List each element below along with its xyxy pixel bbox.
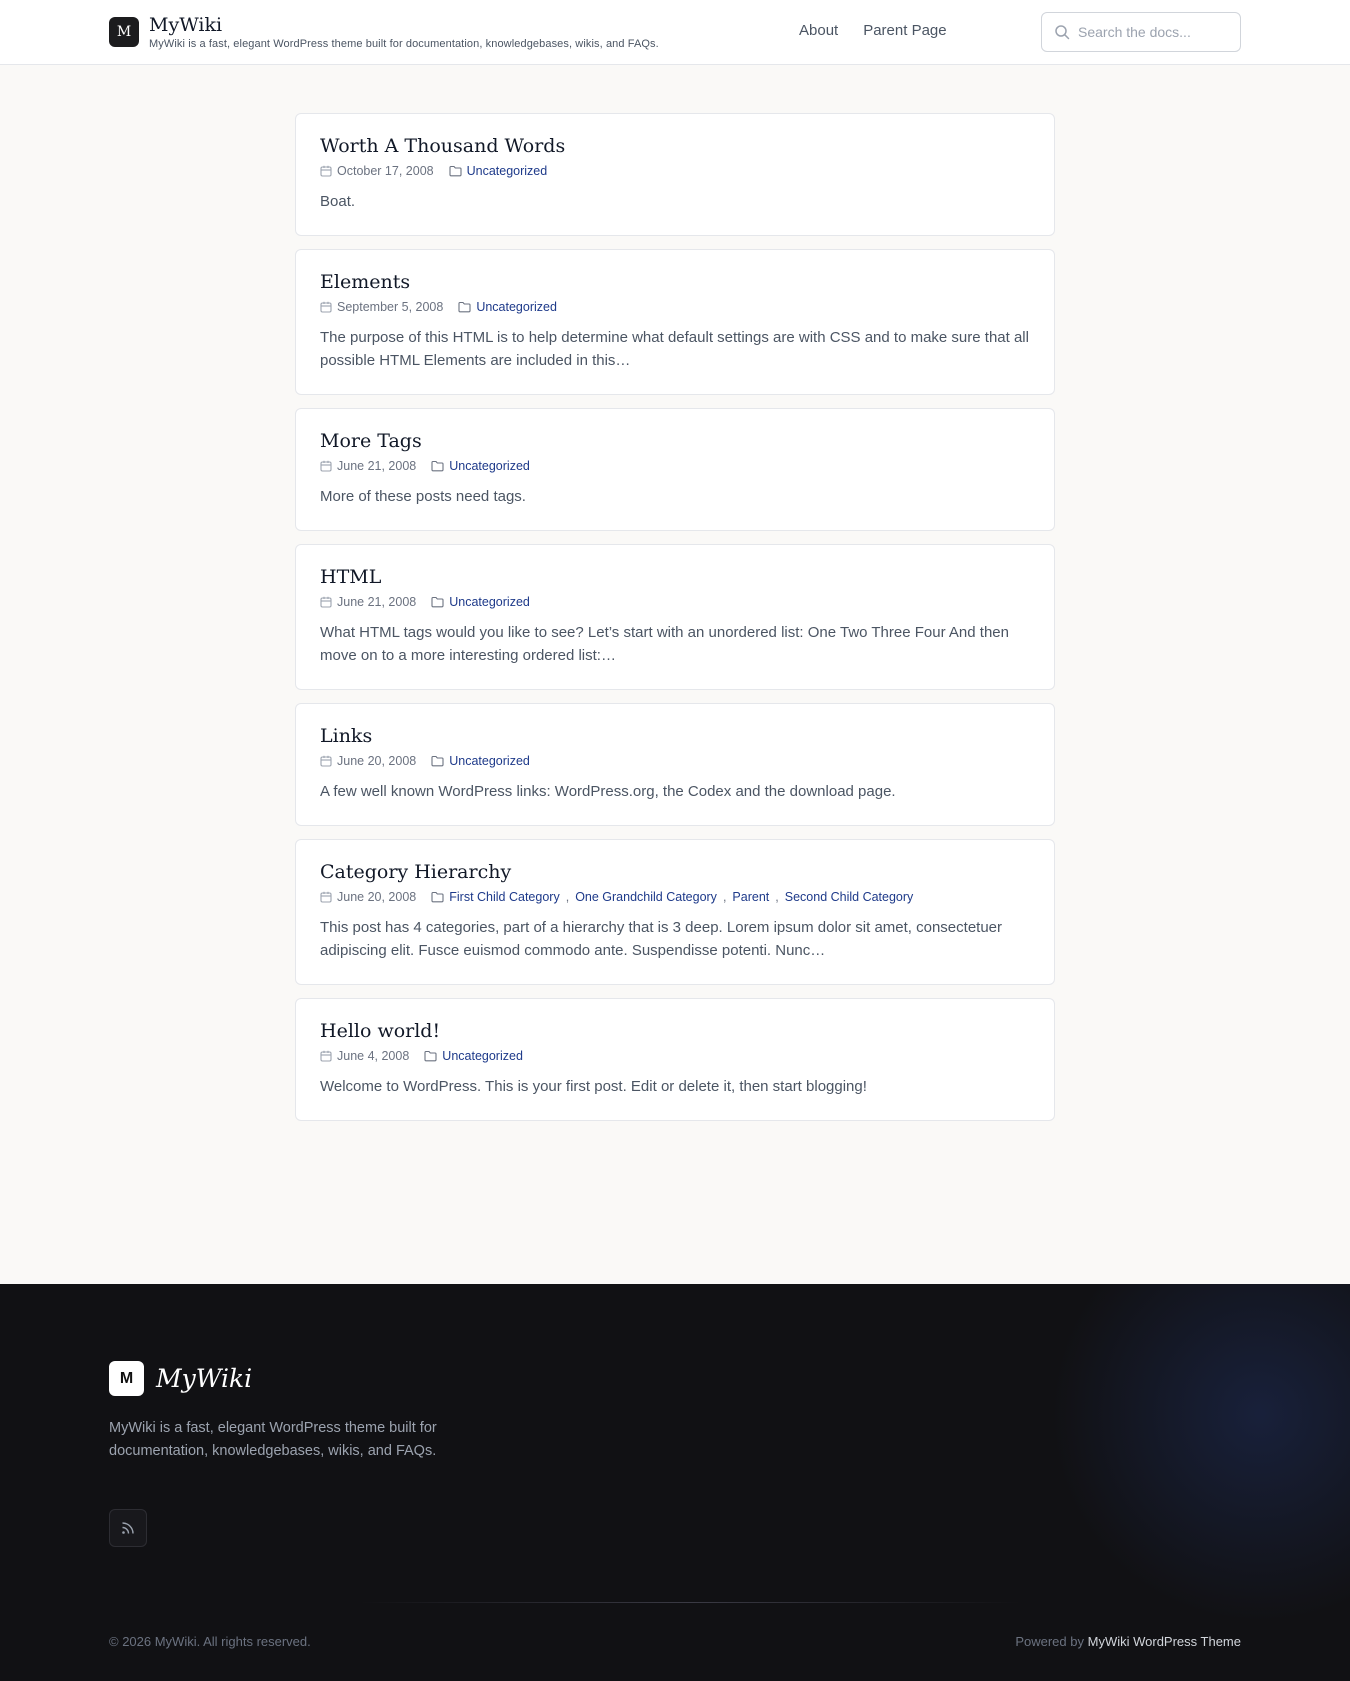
post-excerpt: This post has 4 categories, part of a hi… — [320, 919, 1003, 959]
post-category-link[interactable]: Uncategorized — [449, 754, 530, 768]
calendar-icon — [320, 301, 332, 313]
post-category-link[interactable]: Uncategorized — [449, 595, 530, 609]
nav-item-parent-page[interactable]: Parent Page — [863, 22, 946, 39]
post-excerpt: What HTML tags would you like to see? Le… — [320, 624, 1009, 664]
post-category-link[interactable]: Uncategorized — [449, 459, 530, 473]
search-icon — [1055, 25, 1070, 40]
site-header: M MyWiki MyWiki is a fast, elegant WordP… — [0, 0, 1350, 65]
post-meta: June 20, 2008 Uncategorized — [320, 754, 1030, 768]
site-logo[interactable]: M — [109, 17, 139, 47]
post-date: October 17, 2008 — [337, 164, 434, 178]
post-date: June 21, 2008 — [337, 459, 417, 473]
post-meta: June 20, 2008 First Child Category, One Gr… — [320, 890, 1030, 904]
folder-icon — [424, 1050, 437, 1062]
post-excerpt: Welcome to WordPress. This is your first… — [320, 1078, 867, 1095]
post-date: September 5, 2008 — [337, 300, 444, 314]
site-title[interactable]: MyWiki — [149, 15, 659, 35]
post-date: June 21, 2008 — [337, 595, 417, 609]
post-category-link[interactable]: Parent — [732, 890, 769, 904]
post-date: June 20, 2008 — [337, 754, 417, 768]
calendar-icon — [320, 460, 332, 472]
folder-icon — [458, 301, 471, 313]
calendar-icon — [320, 165, 332, 177]
post-category-link[interactable]: Uncategorized — [442, 1049, 523, 1063]
category-separator: , — [722, 890, 727, 904]
post-title[interactable]: Worth A Thousand Words — [320, 134, 1030, 158]
post-title[interactable]: HTML — [320, 565, 1030, 589]
post-card[interactable]: Elements September 5, 2008 Uncategorized Th… — [295, 249, 1055, 395]
calendar-icon — [320, 596, 332, 608]
theme-link[interactable]: MyWiki WordPress Theme — [1088, 1634, 1241, 1649]
category-separator: , — [565, 890, 570, 904]
rss-icon — [122, 1522, 134, 1534]
post-excerpt: The purpose of this HTML is to help dete… — [320, 329, 1029, 369]
post-date: June 20, 2008 — [337, 890, 417, 904]
footer-powered-by: Powered by MyWiki WordPress Theme — [1015, 1634, 1241, 1649]
post-date: June 4, 2008 — [337, 1049, 410, 1063]
calendar-icon — [320, 891, 332, 903]
site-footer: M MyWiki MyWiki is a fast, elegant WordP… — [0, 1284, 1350, 1681]
post-excerpt: More of these posts need tags. — [320, 488, 526, 505]
category-separator: , — [775, 890, 779, 904]
site-brand[interactable]: M MyWiki MyWiki is a fast, elegant WordP… — [109, 15, 659, 50]
post-meta: June 4, 2008 Uncategorized — [320, 1049, 1030, 1063]
footer-logo[interactable]: M — [109, 1361, 144, 1396]
search-input[interactable] — [1078, 24, 1228, 40]
folder-icon — [431, 460, 444, 472]
footer-brand[interactable]: M MyWiki — [109, 1361, 252, 1396]
footer-divider — [360, 1602, 1020, 1603]
folder-icon — [449, 165, 462, 177]
site-tagline: MyWiki is a fast, elegant WordPress them… — [149, 38, 659, 50]
folder-icon — [431, 596, 444, 608]
post-meta: October 17, 2008 Uncategorized — [320, 164, 1030, 178]
powered-by-prefix: Powered by — [1015, 1634, 1084, 1649]
post-list: Worth A Thousand Words October 17, 2008 Un… — [295, 113, 1055, 1134]
calendar-icon — [320, 1050, 332, 1062]
post-title[interactable]: Category Hierarchy — [320, 860, 1030, 884]
primary-nav: About Parent Page — [799, 22, 947, 39]
post-meta: September 5, 2008 Uncategorized — [320, 300, 1030, 314]
folder-icon — [431, 891, 444, 903]
post-card[interactable]: Category Hierarchy June 20, 2008 First Chi… — [295, 839, 1055, 985]
post-meta: June 21, 2008 Uncategorized — [320, 459, 1030, 473]
post-card[interactable]: Links June 20, 2008 Uncategorized A few wel… — [295, 703, 1055, 826]
post-title[interactable]: Elements — [320, 270, 1030, 294]
brand-text: MyWiki MyWiki is a fast, elegant WordPre… — [149, 15, 659, 50]
post-category-link[interactable]: Uncategorized — [476, 300, 557, 314]
search-box[interactable] — [1041, 12, 1241, 52]
footer-copyright: © 2026 MyWiki. All rights reserved. — [109, 1634, 311, 1649]
post-title[interactable]: Links — [320, 724, 1030, 748]
post-excerpt: A few well known WordPress links: WordPr… — [320, 783, 896, 800]
post-category-link[interactable]: First Child Category — [449, 890, 559, 904]
post-category-link[interactable]: One Grandchild Category — [575, 890, 717, 904]
calendar-icon — [320, 755, 332, 767]
footer-site-name[interactable]: MyWiki — [156, 1364, 252, 1393]
post-card[interactable]: Hello world! June 4, 2008 Uncategorized Wel… — [295, 998, 1055, 1121]
rss-button[interactable] — [109, 1509, 147, 1547]
post-meta: June 21, 2008 Uncategorized — [320, 595, 1030, 609]
nav-item-about[interactable]: About — [799, 22, 838, 39]
post-excerpt: Boat. — [320, 193, 356, 210]
post-title[interactable]: Hello world! — [320, 1019, 1030, 1043]
post-card[interactable]: HTML June 21, 2008 Uncategorized What HTML … — [295, 544, 1055, 690]
post-title[interactable]: More Tags — [320, 429, 1030, 453]
post-card[interactable]: Worth A Thousand Words October 17, 2008 Un… — [295, 113, 1055, 236]
post-category-link[interactable]: Second Child Category — [785, 890, 914, 904]
post-category-link[interactable]: Uncategorized — [467, 164, 548, 178]
footer-description: MyWiki is a fast, elegant WordPress them… — [109, 1420, 437, 1459]
footer-glow — [1050, 1284, 1350, 1624]
post-card[interactable]: More Tags June 21, 2008 Uncategorized More … — [295, 408, 1055, 531]
folder-icon — [431, 755, 444, 767]
